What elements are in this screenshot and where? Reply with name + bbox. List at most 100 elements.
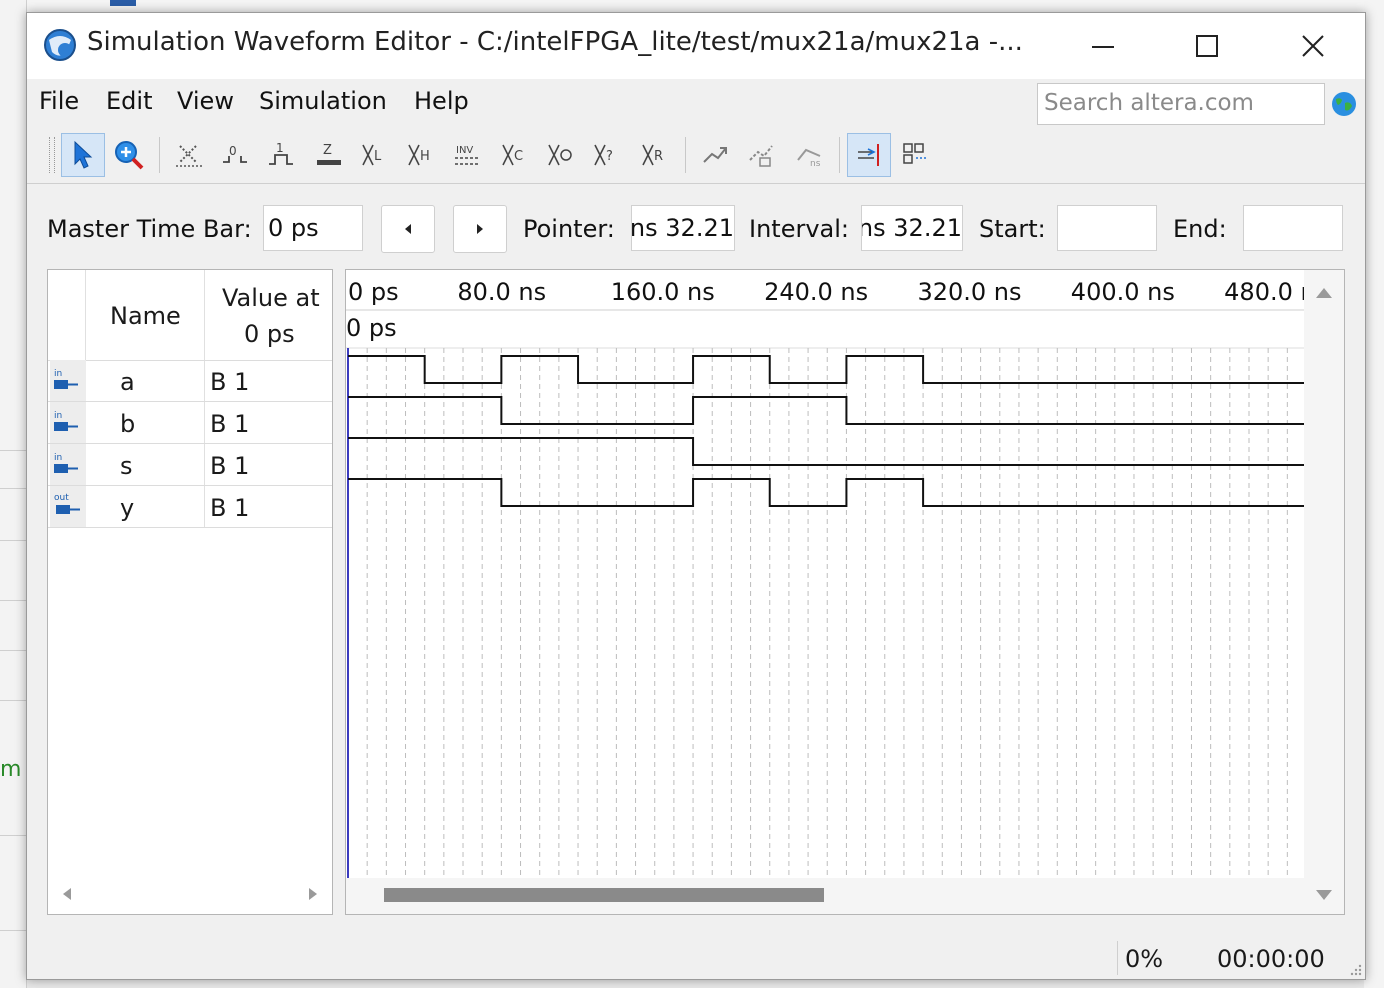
menu-file[interactable]: File: [39, 87, 79, 115]
background-window-top: [26, 0, 1366, 12]
signal-row-a[interactable]: in a B 1: [48, 360, 332, 402]
signal-value: B 1: [210, 494, 250, 522]
svg-text:R: R: [654, 149, 663, 164]
weak-high-icon: H: [408, 144, 430, 166]
minimize-button[interactable]: [1075, 25, 1131, 67]
signal-row-y[interactable]: out y B 1: [48, 486, 332, 528]
time-tick-label: 320.0 ns: [917, 278, 1022, 306]
count-value-icon: C: [502, 144, 523, 166]
svg-text:INV: INV: [456, 145, 473, 156]
zoom-tool-button[interactable]: [107, 133, 151, 177]
close-icon: [1302, 35, 1324, 57]
chevron-right-icon: [477, 224, 483, 234]
time-tick-label: 80.0 ns: [457, 278, 547, 306]
scroll-right-icon[interactable]: [306, 886, 320, 902]
ungroup-icon: ns: [797, 148, 821, 169]
menu-edit[interactable]: Edit: [106, 87, 152, 115]
waveform-canvas[interactable]: [346, 270, 1344, 914]
quartus-app-icon: [44, 29, 76, 61]
toolbar: 0 1 Z L H INV C ? R ns: [27, 127, 1365, 184]
svg-text:H: H: [420, 149, 430, 164]
waveform-panel[interactable]: 0 ps 80.0 ns 160.0 ns 240.0 ns 320.0 ns 400.0…: [345, 269, 1345, 915]
snap-to-grid-icon: [703, 147, 727, 163]
weak-high-button[interactable]: H: [399, 133, 443, 177]
selection-tool-button[interactable]: [61, 133, 105, 177]
signal-value: B 1: [210, 452, 250, 480]
value-column-header[interactable]: Value at: [222, 284, 320, 312]
svg-text:in: in: [54, 411, 62, 421]
weak-unknown-icon: [176, 145, 202, 167]
close-button[interactable]: [1285, 25, 1341, 67]
background-window-left: [0, 0, 27, 988]
background-divider: [0, 650, 26, 651]
random-value-button[interactable]: ?: [585, 133, 629, 177]
interval-label: Interval:: [749, 215, 849, 243]
start-field[interactable]: [1057, 205, 1157, 251]
time-bar-controls: Master Time Bar: 0 ps Pointer: 32.21 ns …: [27, 185, 1365, 269]
svg-text:C: C: [514, 149, 523, 164]
signal-row-b[interactable]: in b B 1: [48, 402, 332, 444]
search-input[interactable]: [1038, 84, 1324, 122]
force-low-button[interactable]: 0: [213, 133, 257, 177]
end-time-icon: [858, 144, 879, 166]
globe-icon[interactable]: [1331, 91, 1357, 117]
horizontal-scrollbar-thumb: [384, 888, 824, 902]
forcing-unknown-icon: [548, 144, 572, 166]
group-signals-button[interactable]: [739, 133, 783, 177]
signal-value: B 1: [210, 410, 250, 438]
signal-list-scrollbar[interactable]: [50, 878, 330, 910]
end-field[interactable]: [1243, 205, 1343, 251]
grid-settings-button[interactable]: [893, 133, 937, 177]
svg-text:in: in: [54, 369, 62, 379]
pointer-arrow-icon: [74, 140, 93, 169]
svg-text:?: ?: [606, 149, 613, 164]
maximize-button[interactable]: [1179, 25, 1235, 67]
time-tick-label: 240.0 ns: [764, 278, 869, 306]
pointer-field[interactable]: 32.21 ns: [631, 205, 735, 251]
force-high-button[interactable]: 1: [259, 133, 303, 177]
assign-value-icon: R: [642, 144, 663, 166]
high-impedance-icon: Z: [317, 143, 341, 165]
background-window-right: [1364, 0, 1384, 988]
menu-view[interactable]: View: [177, 87, 234, 115]
assign-value-button[interactable]: R: [633, 133, 677, 177]
status-bar: 0% 00:00:00: [27, 935, 1365, 979]
next-transition-button[interactable]: [453, 205, 507, 253]
signal-list-panel: Name Value at 0 ps in a B 1 in b B 1 in …: [47, 269, 333, 915]
high-impedance-button[interactable]: Z: [307, 133, 351, 177]
previous-transition-button[interactable]: [381, 205, 435, 253]
force-high-icon: 1: [269, 141, 293, 165]
svg-text:1: 1: [276, 141, 284, 155]
interval-field[interactable]: 32.21 ns: [861, 205, 963, 251]
title-bar[interactable]: Simulation Waveform Editor - C:/intelFPG…: [27, 13, 1365, 79]
end-label: End:: [1173, 215, 1227, 243]
signal-row-s[interactable]: in s B 1: [48, 444, 332, 486]
resize-grip-icon[interactable]: [1347, 961, 1363, 977]
master-time-bar-field[interactable]: 0 ps: [263, 205, 363, 251]
master-time-marker-label: 0 ps: [346, 314, 397, 342]
time-tick-label: 0 ps: [348, 278, 399, 306]
weak-unknown-button[interactable]: [167, 133, 211, 177]
time-tick-label: 400.0 ns: [1070, 278, 1175, 306]
menu-help[interactable]: Help: [414, 87, 469, 115]
weak-low-icon: L: [362, 144, 382, 166]
count-value-button[interactable]: C: [493, 133, 537, 177]
toolbar-separator: [839, 137, 840, 173]
output-pin-icon: out: [50, 486, 86, 527]
waveform-s: [348, 437, 1304, 466]
zoom-icon: [115, 141, 144, 170]
simulation-progress: 0%: [1125, 945, 1164, 973]
name-column-header[interactable]: Name: [110, 302, 181, 330]
end-time-marker-button[interactable]: [847, 133, 891, 177]
menu-simulation[interactable]: Simulation: [259, 87, 387, 115]
scroll-left-icon[interactable]: [60, 886, 74, 902]
svg-text:out: out: [54, 493, 69, 503]
weak-low-button[interactable]: L: [353, 133, 397, 177]
snap-to-grid-button[interactable]: [693, 133, 737, 177]
ungroup-signals-button[interactable]: ns: [787, 133, 831, 177]
signal-name: a: [120, 368, 135, 396]
time-tick-label: 480.0 ns: [1224, 278, 1304, 306]
invert-button[interactable]: INV: [445, 133, 489, 177]
toolbar-grip[interactable]: [49, 137, 55, 173]
forcing-unknown-button[interactable]: [539, 133, 583, 177]
